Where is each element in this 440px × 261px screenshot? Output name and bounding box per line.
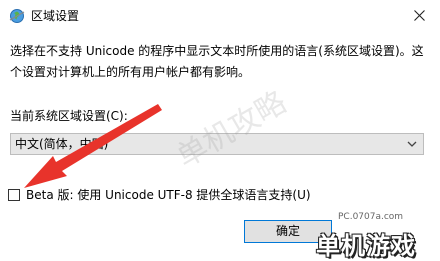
locale-label: 当前系统区域设置(C): <box>10 109 128 123</box>
close-button[interactable] <box>400 0 440 33</box>
site-logo: 单机游戏 <box>304 222 440 260</box>
description-line-1: 选择在不支持 Unicode 的程序中显示文本时所使用的语言(系统区域设置)。这 <box>10 44 424 58</box>
close-icon <box>414 10 425 21</box>
site-logo-text: 单机游戏 <box>316 232 416 260</box>
locale-select-value: 中文(简体，中国) <box>15 137 109 151</box>
title-bar: 区域设置 <box>0 0 440 33</box>
beta-utf8-checkbox[interactable] <box>8 189 20 201</box>
site-url: PC.0707a.com <box>338 212 404 222</box>
description-line-2: 个设置对计算机上的所有用户帐户都有影响。 <box>10 65 251 79</box>
window-title: 区域设置 <box>31 9 80 23</box>
description-text: 选择在不支持 Unicode 的程序中显示文本时所使用的语言(系统区域设置)。这… <box>10 41 435 83</box>
watermark-text: 单机攻略 <box>171 84 293 176</box>
beta-utf8-label[interactable]: Beta 版: 使用 Unicode UTF-8 提供全球语言支持(U) <box>26 188 311 203</box>
globe-icon <box>9 9 25 23</box>
chevron-down-icon <box>407 141 417 147</box>
